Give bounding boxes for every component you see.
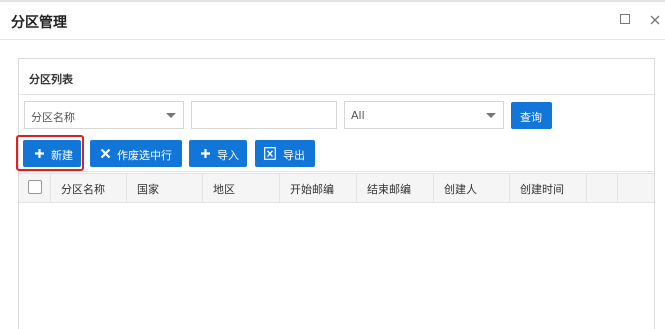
table-header: 分区名称 国家 地区 开始邮编 结束邮编 创建人 创建时间: [19, 173, 654, 203]
title-bar: 分区管理: [0, 2, 665, 40]
column-header-label: 国家: [137, 183, 159, 196]
column-header[interactable]: 地区: [203, 174, 280, 202]
partition-dialog: 分区管理 分区列表 分区名称 All 查询 新建 作废选中行 导入 导出 分区名…: [0, 0, 665, 329]
column-header[interactable]: 创建时间: [510, 174, 587, 202]
column-header-label: 分区名称: [61, 183, 105, 196]
table-container: 分区名称 国家 地区 开始邮编 结束邮编 创建人 创建时间: [19, 58, 654, 328]
column-header[interactable]: 开始邮编: [280, 174, 357, 202]
column-header-label: 结束邮编: [367, 183, 411, 196]
column-header-empty: [587, 174, 618, 202]
column-header-label: 开始邮编: [290, 183, 334, 196]
maximize-icon[interactable]: [619, 13, 633, 27]
column-header-label: 创建人: [444, 183, 477, 196]
column-header-label: 创建时间: [520, 183, 564, 196]
column-header-label: 地区: [213, 183, 235, 196]
column-header[interactable]: 创建人: [434, 174, 510, 202]
column-header[interactable]: 分区名称: [51, 174, 127, 202]
close-icon[interactable]: [648, 13, 662, 27]
select-all-checkbox[interactable]: [28, 180, 42, 194]
column-header[interactable]: 国家: [127, 174, 203, 202]
column-header[interactable]: 结束邮编: [357, 174, 434, 202]
window-title: 分区管理: [11, 15, 67, 31]
select-all-cell: [19, 174, 51, 202]
